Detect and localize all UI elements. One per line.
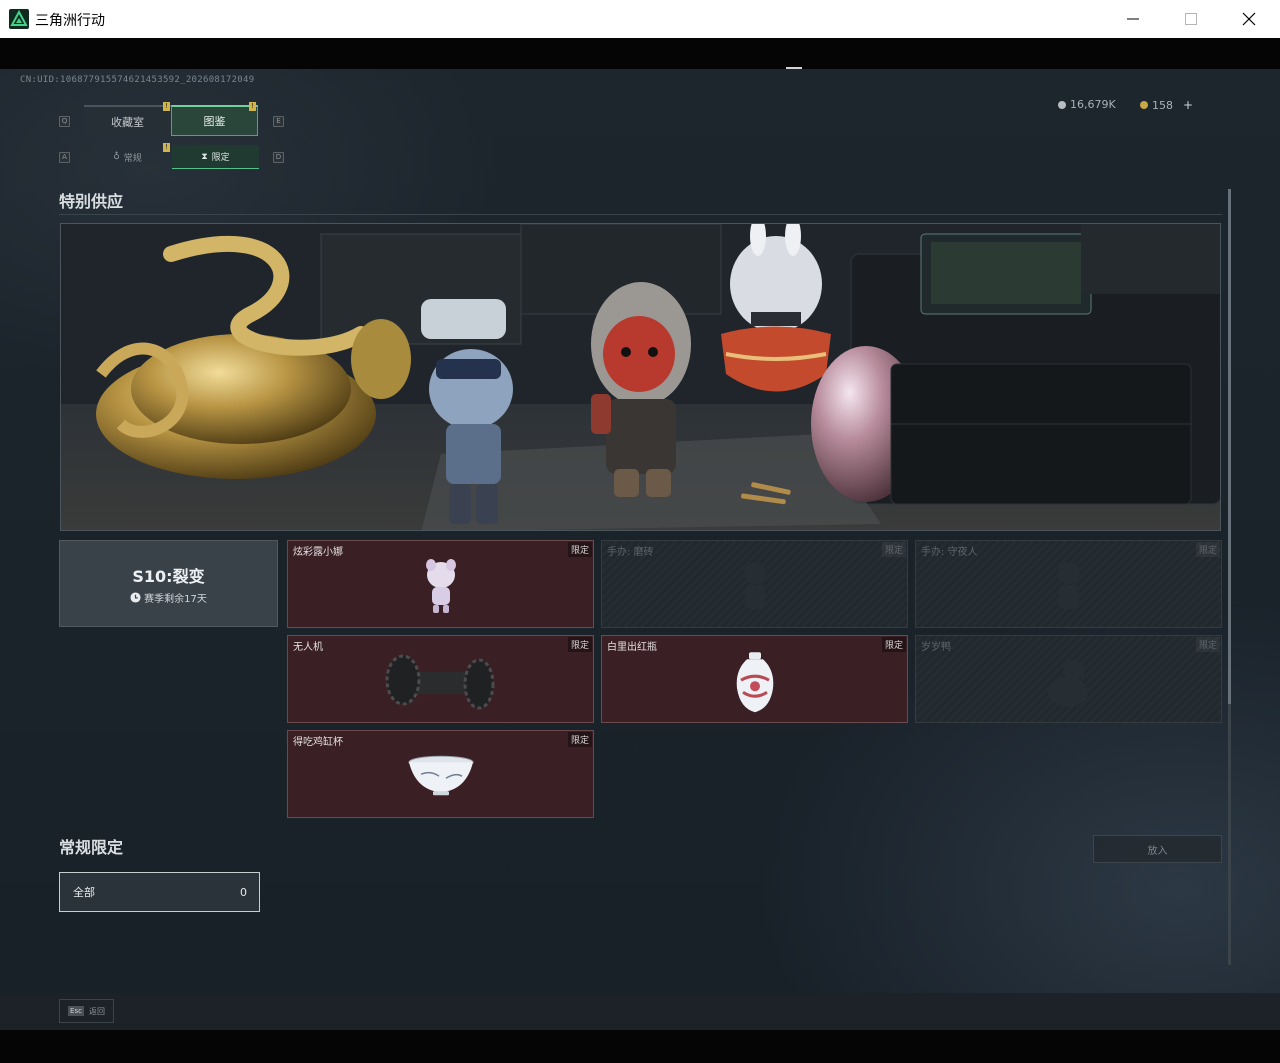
regular-limited-title: 常规限定 xyxy=(59,838,124,857)
limited-tag: 限定 xyxy=(1195,542,1220,557)
top-strip xyxy=(0,38,1280,69)
scrollbar-thumb[interactable] xyxy=(1228,189,1231,704)
limited-tag: 限定 xyxy=(567,542,592,557)
add-currency-button[interactable]: + xyxy=(1183,98,1193,112)
item-name: 白里出红瓶 xyxy=(607,642,657,653)
minimize-icon xyxy=(1127,18,1139,20)
season-name: S10:裂变 xyxy=(132,566,205,586)
minimize-button[interactable] xyxy=(1104,0,1162,38)
filter-all-label: 全部 xyxy=(73,886,95,899)
limited-tag: 限定 xyxy=(881,542,906,557)
item-name: 炫彩露小娜 xyxy=(293,547,343,558)
notification-badge: ! xyxy=(249,102,256,111)
gold-coin-icon xyxy=(1140,101,1148,109)
item-name: 岁岁鸭 xyxy=(921,642,951,653)
notification-badge: ! xyxy=(163,102,170,111)
key-hint-a: A xyxy=(59,152,70,163)
special-supply-banner[interactable] xyxy=(60,223,1221,531)
esc-key-hint: Esc xyxy=(68,1006,84,1016)
currency-gold-value: 158 xyxy=(1152,98,1173,112)
collection-screen: CN:UID:10687791557462145359​2_2026081720… xyxy=(0,69,1280,993)
tab-catalog[interactable]: 图鉴 xyxy=(171,105,258,136)
tab-regular-label: 常规 xyxy=(123,153,142,164)
limited-tag: 限定 xyxy=(1195,637,1220,652)
item-name: 手办: 磨砖 xyxy=(607,547,654,558)
flame-icon: ♁ xyxy=(113,152,120,162)
item-card[interactable]: 手办: 磨砖 限定 xyxy=(601,540,908,628)
season-card[interactable]: S10:裂变 赛季剩余17天 xyxy=(59,540,278,627)
close-icon xyxy=(1242,12,1256,26)
window-title: 三角洲行动 xyxy=(35,13,105,29)
tab-regular[interactable]: ♁ 常规 xyxy=(84,145,171,169)
bowl-icon xyxy=(408,755,473,796)
tab-limited-label: 限定 xyxy=(211,153,230,163)
key-hint-e: E xyxy=(273,116,284,127)
bottom-strip xyxy=(0,1030,1280,1063)
item-card[interactable]: 得吃鸡缸杯 限定 xyxy=(287,730,594,818)
window-title-bar: 三角洲行动 xyxy=(0,0,1280,38)
drone-icon xyxy=(385,654,494,710)
filter-all[interactable]: 全部 0 xyxy=(59,872,260,912)
notification-badge: ! xyxy=(163,143,170,152)
tab-limited[interactable]: ⧗ 限定 xyxy=(172,145,259,169)
scrollbar[interactable] xyxy=(1228,189,1231,965)
special-supply-title: 特别供应 xyxy=(59,192,124,211)
item-card[interactable]: 白里出红瓶 限定 xyxy=(601,635,908,723)
item-name: 无人机 xyxy=(293,642,323,653)
silver-coin-icon xyxy=(1058,100,1066,109)
item-card[interactable]: 炫彩露小娜 限定 xyxy=(287,540,594,628)
close-button[interactable] xyxy=(1220,0,1278,38)
season-remaining: 赛季剩余17天 xyxy=(130,590,207,605)
duck-silhouette-icon xyxy=(1047,660,1088,707)
put-in-button[interactable]: 放入 xyxy=(1093,835,1222,863)
hourglass-icon: ⧗ xyxy=(201,151,208,162)
key-hint-d: D xyxy=(273,152,284,163)
maximize-button[interactable] xyxy=(1162,0,1220,38)
season-remaining-label: 赛季剩余17天 xyxy=(144,593,207,605)
figurine-icon xyxy=(425,559,456,613)
item-card[interactable]: 手办: 守夜人 限定 xyxy=(915,540,1222,628)
figure-silhouette-icon xyxy=(743,562,766,609)
maximize-icon xyxy=(1185,13,1197,25)
player-uid: CN:UID:10687791557462145359​2_2026081720… xyxy=(20,75,255,85)
currency-silver: 16,679K xyxy=(1058,98,1116,111)
limited-tag: 限定 xyxy=(567,637,592,652)
back-button[interactable]: Esc 返回 xyxy=(59,999,114,1023)
currency-silver-value: 16,679K xyxy=(1070,98,1116,111)
filter-all-count: 0 xyxy=(240,885,247,899)
vase-icon xyxy=(736,652,773,713)
limited-tag: 限定 xyxy=(567,732,592,747)
banner-artwork xyxy=(61,224,1220,530)
back-label: 返回 xyxy=(88,1006,105,1016)
item-name: 得吃鸡缸杯 xyxy=(293,737,343,748)
item-card[interactable]: 无人机 限定 xyxy=(287,635,594,723)
delta-logo-icon xyxy=(9,9,29,29)
figure-silhouette-icon xyxy=(1057,562,1080,609)
currency-gold: 158 + xyxy=(1140,98,1193,112)
divider xyxy=(59,214,1222,215)
item-name: 手办: 守夜人 xyxy=(921,547,978,558)
limited-tag: 限定 xyxy=(881,637,906,652)
item-card[interactable]: 岁岁鸭 限定 xyxy=(915,635,1222,723)
key-hint-q: Q xyxy=(59,116,70,127)
clock-icon xyxy=(130,591,141,603)
tab-collection-room[interactable]: 收藏室 xyxy=(84,105,171,136)
bottom-bar: Esc 返回 xyxy=(0,993,1280,1030)
